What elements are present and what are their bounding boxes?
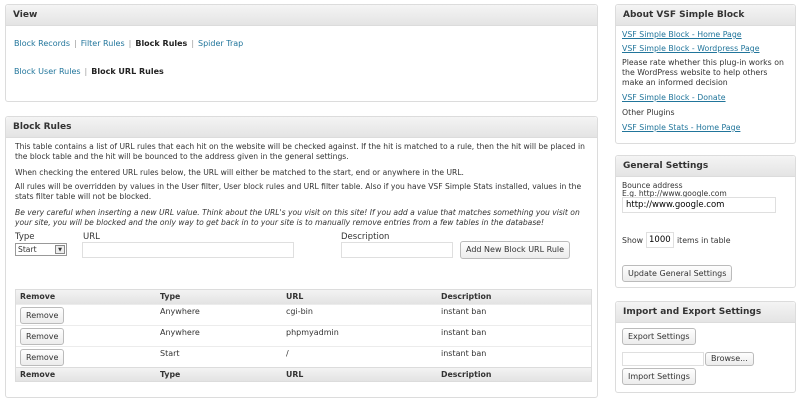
update-general-settings-button[interactable]: Update General Settings <box>622 265 733 282</box>
rules-table: Remove Type URL Description Remove Anywh… <box>15 289 592 382</box>
row-description: instant ban <box>441 328 487 337</box>
row-description: instant ban <box>441 349 487 358</box>
header-url: URL <box>286 292 304 301</box>
footer-remove: Remove <box>20 370 56 379</box>
footer-description: Description <box>441 370 492 379</box>
link-spider-trap[interactable]: Spider Trap <box>198 39 243 48</box>
description-label: Description <box>341 232 390 242</box>
link-simple-block-home[interactable]: VSF Simple Block - Home Page <box>622 30 790 40</box>
items-label: items in table <box>677 236 731 245</box>
about-content: VSF Simple Block - Home Page VSF Simple … <box>622 30 790 133</box>
about-title: About VSF Simple Block <box>616 5 795 26</box>
about-panel: About VSF Simple Block VSF Simple Block … <box>615 4 796 144</box>
link-simple-block-donate[interactable]: VSF Simple Block - Donate <box>622 93 790 103</box>
items-count-input[interactable]: 1000 <box>646 232 674 248</box>
row-url: phpmyadmin <box>286 328 339 337</box>
table-header: Remove Type URL Description <box>16 290 591 304</box>
row-type: Anywhere <box>160 328 200 337</box>
general-settings-title: General Settings <box>616 156 795 177</box>
row-type: Start <box>160 349 180 358</box>
table-row: Remove Start / instant ban <box>16 346 591 367</box>
header-remove: Remove <box>20 292 56 301</box>
footer-url: URL <box>286 370 304 379</box>
type-label: Type <box>15 232 35 242</box>
general-settings-panel: General Settings Bounce address E.g. htt… <box>615 155 796 288</box>
link-block-rules-current[interactable]: Block Rules <box>135 39 187 48</box>
row-url: / <box>286 349 289 358</box>
browse-button[interactable]: Browse... <box>705 352 754 366</box>
table-footer: Remove Type URL Description <box>16 367 591 381</box>
description-input[interactable] <box>341 242 453 258</box>
type-select[interactable]: Start ▼ <box>15 243 67 256</box>
url-label: URL <box>83 232 100 242</box>
block-rules-para1: This table contains a list of URL rules … <box>15 142 585 161</box>
table-row: Remove Anywhere phpmyadmin instant ban <box>16 325 591 346</box>
remove-button[interactable]: Remove <box>20 328 65 345</box>
link-filter-rules[interactable]: Filter Rules <box>81 39 125 48</box>
link-block-records[interactable]: Block Records <box>14 39 70 48</box>
view-title: View <box>6 5 597 26</box>
bounce-address-input[interactable]: http://www.google.com <box>622 197 776 213</box>
link-block-user-rules[interactable]: Block User Rules <box>14 67 81 76</box>
row-type: Anywhere <box>160 307 200 316</box>
view-links-row2: Block User Rules | Block URL Rules <box>14 67 164 76</box>
link-simple-stats-home[interactable]: VSF Simple Stats - Home Page <box>622 123 790 133</box>
view-panel: View Block Records | Filter Rules | Block Ru… <box>5 4 598 102</box>
block-rules-title: Block Rules <box>6 117 597 138</box>
url-input[interactable] <box>82 242 294 258</box>
remove-button[interactable]: Remove <box>20 307 65 324</box>
link-simple-block-wordpress[interactable]: VSF Simple Block - Wordpress Page <box>622 44 790 54</box>
header-description: Description <box>441 292 492 301</box>
header-type: Type <box>160 292 181 301</box>
view-links-row1: Block Records | Filter Rules | Block Rules | S… <box>14 39 244 48</box>
row-url: cgi-bin <box>286 307 313 316</box>
block-rules-warning: Be very careful when inserting a new URL… <box>15 208 580 227</box>
type-select-value: Start <box>18 245 37 254</box>
footer-type: Type <box>160 370 181 379</box>
block-rules-para2: When checking the entered URL rules belo… <box>15 168 464 177</box>
row-description: instant ban <box>441 307 487 316</box>
import-file-input[interactable] <box>622 352 704 366</box>
block-rules-para3: All rules will be overridden by values i… <box>15 182 582 201</box>
add-block-url-rule-button[interactable]: Add New Block URL Rule <box>460 241 571 259</box>
about-rate-text: Please rate whether this plug-in works o… <box>622 58 784 87</box>
show-label: Show <box>622 236 644 245</box>
link-block-url-rules-current[interactable]: Block URL Rules <box>91 67 164 76</box>
export-settings-button[interactable]: Export Settings <box>622 328 696 345</box>
import-export-title: Import and Export Settings <box>616 302 795 323</box>
about-other-plugins: Other Plugins <box>622 108 675 117</box>
import-settings-button[interactable]: Import Settings <box>622 368 696 385</box>
chevron-down-icon: ▼ <box>55 245 65 254</box>
remove-button[interactable]: Remove <box>20 349 65 366</box>
table-row: Remove Anywhere cgi-bin instant ban <box>16 304 591 325</box>
import-export-panel: Import and Export Settings Export Settin… <box>615 301 796 393</box>
